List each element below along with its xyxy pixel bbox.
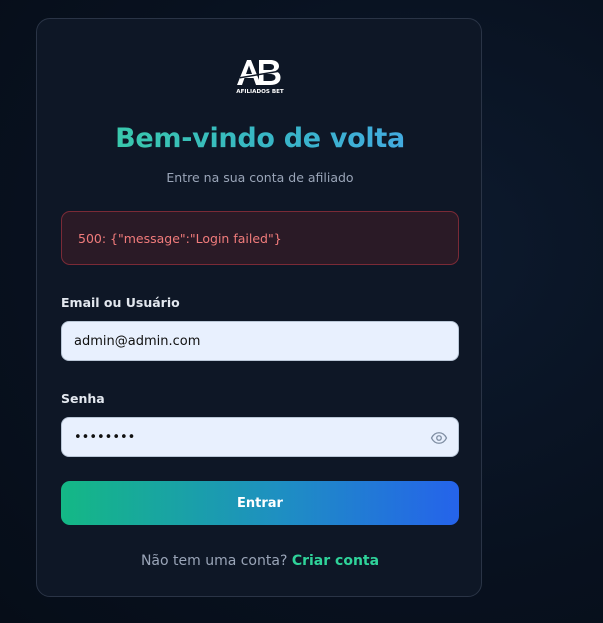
error-alert: 500: {"message":"Login failed"}: [61, 211, 459, 265]
create-account-link[interactable]: Criar conta: [292, 553, 379, 569]
login-card: AFILIADOS BET Bem-vindo de volta Entre n…: [36, 18, 482, 597]
afiliados-bet-logo: AFILIADOS BET: [236, 60, 284, 95]
logo-brand-text: AFILIADOS BET: [236, 89, 284, 95]
password-field[interactable]: [62, 418, 458, 456]
email-label: Email ou Usuário: [61, 295, 180, 310]
submit-button[interactable]: Entrar: [61, 481, 459, 525]
eye-icon[interactable]: [430, 429, 448, 447]
email-field[interactable]: [62, 322, 458, 360]
error-message: 500: {"message":"Login failed"}: [78, 230, 282, 246]
password-field-wrapper: [61, 417, 459, 457]
page-subtitle: Entre na sua conta de afiliado: [166, 170, 354, 185]
page-title: Bem-vindo de volta: [37, 123, 483, 154]
password-label: Senha: [61, 391, 105, 406]
email-field-wrapper: [61, 321, 459, 361]
signup-prompt: Não tem uma conta? Criar conta: [37, 553, 483, 569]
signup-prompt-text: Não tem uma conta?: [140, 553, 288, 569]
